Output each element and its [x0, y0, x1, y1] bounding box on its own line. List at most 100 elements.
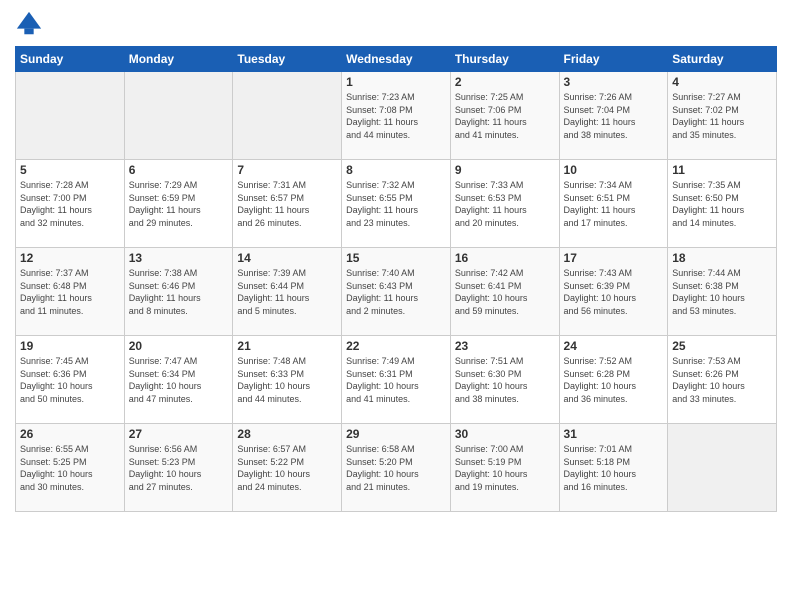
day-info: Sunrise: 7:44 AM Sunset: 6:38 PM Dayligh…: [672, 267, 772, 317]
calendar-week-2: 5 Sunrise: 7:28 AM Sunset: 7:00 PM Daylig…: [16, 160, 777, 248]
day-number: 27: [129, 427, 229, 441]
day-info: Sunrise: 6:57 AM Sunset: 5:22 PM Dayligh…: [237, 443, 337, 493]
day-number: 25: [672, 339, 772, 353]
calendar-cell: 27Sunrise: 6:56 AM Sunset: 5:23 PM Dayli…: [124, 424, 233, 512]
day-number: 15: [346, 251, 446, 265]
day-info: Sunrise: 7:01 AM Sunset: 5:18 PM Dayligh…: [564, 443, 664, 493]
logo-icon: [15, 10, 43, 38]
calendar-header-sunday: Sunday: [16, 47, 125, 72]
day-info: Sunrise: 7:40 AM Sunset: 6:43 PM Dayligh…: [346, 267, 446, 317]
day-info: Sunrise: 7:23 AM Sunset: 7:08 PM Dayligh…: [346, 91, 446, 141]
logo: [15, 10, 47, 38]
day-number: 22: [346, 339, 446, 353]
day-info: Sunrise: 7:32 AM Sunset: 6:55 PM Dayligh…: [346, 179, 446, 229]
calendar-cell: 13 Sunrise: 7:38 AM Sunset: 6:46 PM Dayli…: [124, 248, 233, 336]
calendar-cell: [124, 72, 233, 160]
calendar-week-5: 26 Sunrise: 6:55 AM Sunset: 5:25 PM Dayli…: [16, 424, 777, 512]
calendar-header-monday: Monday: [124, 47, 233, 72]
day-info: Sunrise: 7:37 AM Sunset: 6:48 PM Dayligh…: [20, 267, 120, 317]
day-number: 14: [237, 251, 337, 265]
calendar-header-thursday: Thursday: [450, 47, 559, 72]
calendar-cell: 31 Sunrise: 7:01 AM Sunset: 5:18 PM Dayli…: [559, 424, 668, 512]
calendar-cell: 20 Sunrise: 7:47 AM Sunset: 6:34 PM Dayli…: [124, 336, 233, 424]
day-number: 28: [237, 427, 337, 441]
day-info: Sunrise: 7:38 AM Sunset: 6:46 PM Dayligh…: [129, 267, 229, 317]
day-number: 9: [455, 163, 555, 177]
day-info: Sunrise: 7:33 AM Sunset: 6:53 PM Dayligh…: [455, 179, 555, 229]
day-number: 17: [564, 251, 664, 265]
calendar-cell: 29Sunrise: 6:58 AM Sunset: 5:20 PM Dayli…: [342, 424, 451, 512]
day-info: Sunrise: 6:58 AM Sunset: 5:20 PM Dayligh…: [346, 443, 446, 493]
day-info: Sunrise: 7:47 AM Sunset: 6:34 PM Dayligh…: [129, 355, 229, 405]
day-number: 19: [20, 339, 120, 353]
calendar-cell: 5 Sunrise: 7:28 AM Sunset: 7:00 PM Daylig…: [16, 160, 125, 248]
day-info: Sunrise: 7:28 AM Sunset: 7:00 PM Dayligh…: [20, 179, 120, 229]
calendar-cell: 3 Sunrise: 7:26 AM Sunset: 7:04 PM Daylig…: [559, 72, 668, 160]
calendar-cell: 2 Sunrise: 7:25 AM Sunset: 7:06 PM Daylig…: [450, 72, 559, 160]
calendar-cell: 10Sunrise: 7:34 AM Sunset: 6:51 PM Dayli…: [559, 160, 668, 248]
day-info: Sunrise: 7:43 AM Sunset: 6:39 PM Dayligh…: [564, 267, 664, 317]
day-info: Sunrise: 7:48 AM Sunset: 6:33 PM Dayligh…: [237, 355, 337, 405]
calendar-cell: 1 Sunrise: 7:23 AM Sunset: 7:08 PM Daylig…: [342, 72, 451, 160]
calendar-cell: 12Sunrise: 7:37 AM Sunset: 6:48 PM Dayli…: [16, 248, 125, 336]
day-number: 7: [237, 163, 337, 177]
calendar-cell: 7 Sunrise: 7:31 AM Sunset: 6:57 PM Daylig…: [233, 160, 342, 248]
calendar-header-row: SundayMondayTuesdayWednesdayThursdayFrid…: [16, 47, 777, 72]
calendar-header-wednesday: Wednesday: [342, 47, 451, 72]
calendar-cell: 17 Sunrise: 7:43 AM Sunset: 6:39 PM Dayli…: [559, 248, 668, 336]
day-number: 30: [455, 427, 555, 441]
day-info: Sunrise: 7:53 AM Sunset: 6:26 PM Dayligh…: [672, 355, 772, 405]
day-number: 24: [564, 339, 664, 353]
day-number: 16: [455, 251, 555, 265]
day-info: Sunrise: 7:26 AM Sunset: 7:04 PM Dayligh…: [564, 91, 664, 141]
day-number: 6: [129, 163, 229, 177]
day-info: Sunrise: 7:00 AM Sunset: 5:19 PM Dayligh…: [455, 443, 555, 493]
calendar-cell: [16, 72, 125, 160]
header: [15, 10, 777, 38]
calendar-cell: 14Sunrise: 7:39 AM Sunset: 6:44 PM Dayli…: [233, 248, 342, 336]
calendar-header-tuesday: Tuesday: [233, 47, 342, 72]
calendar-cell: 6 Sunrise: 7:29 AM Sunset: 6:59 PM Daylig…: [124, 160, 233, 248]
calendar-week-1: 1 Sunrise: 7:23 AM Sunset: 7:08 PM Daylig…: [16, 72, 777, 160]
calendar-header-friday: Friday: [559, 47, 668, 72]
day-info: Sunrise: 7:52 AM Sunset: 6:28 PM Dayligh…: [564, 355, 664, 405]
day-info: Sunrise: 7:34 AM Sunset: 6:51 PM Dayligh…: [564, 179, 664, 229]
day-info: Sunrise: 7:35 AM Sunset: 6:50 PM Dayligh…: [672, 179, 772, 229]
calendar-cell: 21Sunrise: 7:48 AM Sunset: 6:33 PM Dayli…: [233, 336, 342, 424]
calendar-cell: 11 Sunrise: 7:35 AM Sunset: 6:50 PM Dayli…: [668, 160, 777, 248]
calendar-cell: 15 Sunrise: 7:40 AM Sunset: 6:43 PM Dayli…: [342, 248, 451, 336]
day-number: 1: [346, 75, 446, 89]
day-number: 23: [455, 339, 555, 353]
calendar-cell: [668, 424, 777, 512]
day-number: 18: [672, 251, 772, 265]
day-number: 26: [20, 427, 120, 441]
calendar-week-3: 12Sunrise: 7:37 AM Sunset: 6:48 PM Dayli…: [16, 248, 777, 336]
day-number: 20: [129, 339, 229, 353]
day-info: Sunrise: 7:45 AM Sunset: 6:36 PM Dayligh…: [20, 355, 120, 405]
day-number: 2: [455, 75, 555, 89]
day-number: 4: [672, 75, 772, 89]
day-number: 5: [20, 163, 120, 177]
day-number: 3: [564, 75, 664, 89]
day-info: Sunrise: 7:51 AM Sunset: 6:30 PM Dayligh…: [455, 355, 555, 405]
calendar-cell: 25 Sunrise: 7:53 AM Sunset: 6:26 PM Dayli…: [668, 336, 777, 424]
calendar-cell: 23 Sunrise: 7:51 AM Sunset: 6:30 PM Dayli…: [450, 336, 559, 424]
calendar-cell: 24 Sunrise: 7:52 AM Sunset: 6:28 PM Dayli…: [559, 336, 668, 424]
day-info: Sunrise: 7:42 AM Sunset: 6:41 PM Dayligh…: [455, 267, 555, 317]
day-number: 31: [564, 427, 664, 441]
day-number: 11: [672, 163, 772, 177]
day-number: 13: [129, 251, 229, 265]
calendar-cell: 30 Sunrise: 7:00 AM Sunset: 5:19 PM Dayli…: [450, 424, 559, 512]
calendar-cell: 22 Sunrise: 7:49 AM Sunset: 6:31 PM Dayli…: [342, 336, 451, 424]
calendar-cell: 16 Sunrise: 7:42 AM Sunset: 6:41 PM Dayli…: [450, 248, 559, 336]
day-number: 8: [346, 163, 446, 177]
page: SundayMondayTuesdayWednesdayThursdayFrid…: [0, 0, 792, 612]
calendar: SundayMondayTuesdayWednesdayThursdayFrid…: [15, 46, 777, 512]
day-info: Sunrise: 7:49 AM Sunset: 6:31 PM Dayligh…: [346, 355, 446, 405]
day-info: Sunrise: 6:55 AM Sunset: 5:25 PM Dayligh…: [20, 443, 120, 493]
day-info: Sunrise: 7:25 AM Sunset: 7:06 PM Dayligh…: [455, 91, 555, 141]
day-info: Sunrise: 7:29 AM Sunset: 6:59 PM Dayligh…: [129, 179, 229, 229]
calendar-header-saturday: Saturday: [668, 47, 777, 72]
day-info: Sunrise: 7:31 AM Sunset: 6:57 PM Dayligh…: [237, 179, 337, 229]
calendar-cell: 19 Sunrise: 7:45 AM Sunset: 6:36 PM Dayli…: [16, 336, 125, 424]
